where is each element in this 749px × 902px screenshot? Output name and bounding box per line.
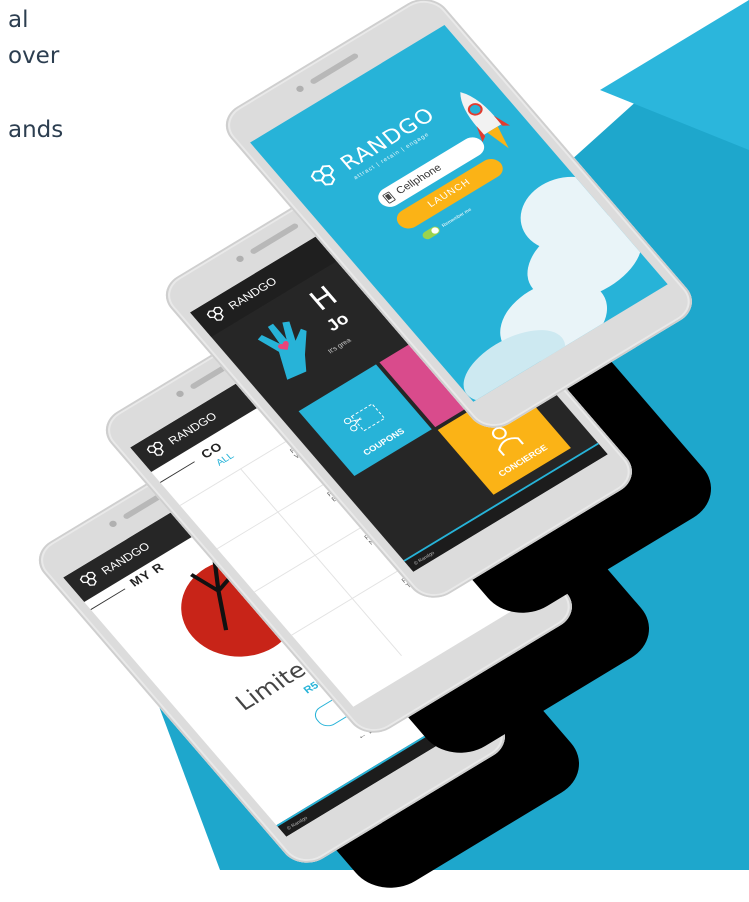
randgo-logo-icon xyxy=(79,571,97,586)
title-rule xyxy=(159,461,195,483)
intro-line-1: al xyxy=(8,7,29,33)
randgo-logo-icon xyxy=(310,165,336,186)
randgo-logo-icon xyxy=(206,306,224,321)
remember-label: Remember me xyxy=(440,206,473,229)
remember-toggle[interactable] xyxy=(420,224,442,241)
intro-line-2: over xyxy=(8,43,60,69)
subtitle: It's grea xyxy=(327,337,353,356)
randgo-logo-icon xyxy=(146,441,164,456)
toggle-knob xyxy=(429,226,441,235)
product-name: Limite xyxy=(230,656,312,716)
intro-line-4: ands xyxy=(8,117,64,143)
cellphone-icon xyxy=(382,191,396,204)
hand-heart-icon xyxy=(257,321,307,380)
